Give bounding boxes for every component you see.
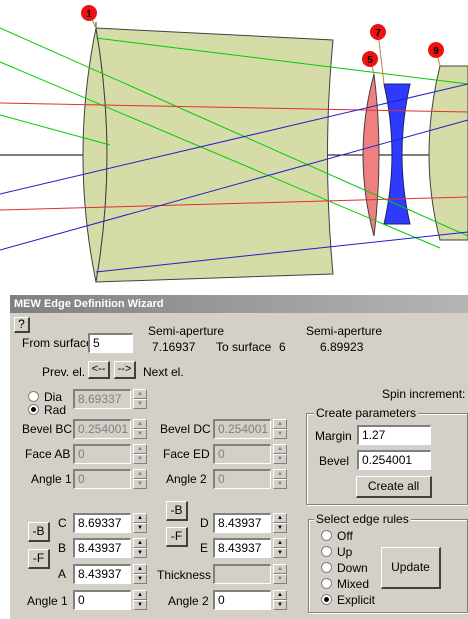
surface-marker-7-label: 7 (375, 28, 381, 39)
surface-marker-9[interactable]: 9 (428, 42, 444, 67)
a-spinner[interactable]: ▲ ▼ (133, 564, 147, 584)
a-input[interactable]: 8.43937 (73, 564, 131, 584)
angle2-top-spinner[interactable]: ▲ ▼ (273, 469, 287, 489)
edge-rules-title: Select edge rules (314, 512, 411, 526)
d-input[interactable]: 8.43937 (213, 513, 271, 533)
face-ab-input[interactable]: 0 (73, 444, 131, 464)
lens-element-blue[interactable] (383, 83, 411, 225)
face-ed-input[interactable]: 0 (213, 444, 271, 464)
d-spinner[interactable]: ▲ ▼ (273, 513, 287, 533)
update-button[interactable]: Update (381, 547, 441, 589)
create-parameters-title: Create parameters (314, 406, 419, 420)
lens-element-1-body[interactable] (95, 27, 334, 283)
bevel-bc-spinner[interactable]: ▲ ▼ (133, 419, 147, 439)
angle1-top-label: Angle 1 (31, 472, 72, 486)
minus-b-button-left[interactable]: -B (28, 522, 50, 542)
semi-aperture-label-2: Semi-aperture (306, 324, 383, 338)
surface-marker-5-label: 5 (367, 55, 373, 66)
spin-increment-label: Spin increment: (382, 387, 466, 401)
rule-explicit-radio[interactable] (321, 594, 332, 605)
dia-radio[interactable] (28, 391, 39, 402)
from-surface-input[interactable]: 5 (88, 333, 133, 353)
surface-marker-5[interactable]: 5 (362, 51, 378, 75)
prev-element-button[interactable]: <-- (88, 361, 110, 379)
b-label: B (58, 541, 67, 555)
dia-rad-input[interactable]: 8.69337 (73, 389, 131, 409)
minus-b-button-right[interactable]: -B (166, 501, 188, 521)
angle2-spinner[interactable]: ▲ ▼ (273, 590, 287, 610)
dia-label: Dia (44, 390, 63, 404)
help-button[interactable]: ? (14, 317, 30, 333)
bevel-label: Bevel (319, 454, 350, 468)
rule-mixed-radio[interactable] (321, 578, 332, 589)
face-ab-spinner[interactable]: ▲ ▼ (133, 444, 147, 464)
rule-down-label: Down (337, 561, 368, 575)
bevel-dc-spinner[interactable]: ▲ ▼ (273, 419, 287, 439)
from-surface-label: From surface (22, 336, 93, 350)
e-label: E (200, 541, 209, 555)
bevel-bc-label: Bevel BC (22, 422, 73, 436)
b-input[interactable]: 8.43937 (73, 538, 131, 558)
lens-element-pink[interactable] (362, 73, 380, 237)
bevel-dc-input[interactable]: 0.254001 (213, 419, 271, 439)
edge-definition-dialog: MEW Edge Definition Wizard ? From surfac… (8, 293, 468, 619)
a-label: A (58, 567, 67, 581)
rad-radio[interactable] (28, 404, 39, 415)
angle1-input[interactable]: 0 (73, 590, 131, 610)
angle1-top-spinner[interactable]: ▲ ▼ (133, 469, 147, 489)
create-all-button[interactable]: Create all (356, 476, 432, 498)
minus-f-button-right[interactable]: -F (166, 527, 188, 547)
rule-explicit-label: Explicit (337, 593, 376, 607)
surface-marker-1-label: 1 (86, 9, 92, 20)
minus-f-button-left[interactable]: -F (28, 549, 50, 569)
margin-input[interactable]: 1.27 (357, 425, 431, 445)
angle1-top-input[interactable]: 0 (73, 469, 131, 489)
to-surface-value: 6 (279, 340, 286, 354)
rule-off-radio[interactable] (321, 530, 332, 541)
margin-label: Margin (315, 429, 352, 443)
angle1-label: Angle 1 (27, 594, 68, 608)
d-label: D (200, 516, 209, 530)
c-label: C (58, 516, 67, 530)
bevel-bc-input[interactable]: 0.254001 (73, 419, 131, 439)
face-ed-label: Face ED (163, 447, 210, 461)
to-surface-label: To surface (216, 340, 272, 354)
face-ed-spinner[interactable]: ▲ ▼ (273, 444, 287, 464)
surface-marker-9-label: 9 (433, 46, 439, 57)
semi-aperture-value-2: 6.89923 (320, 340, 364, 354)
angle2-label: Angle 2 (168, 594, 209, 608)
next-element-label: Next el. (143, 365, 184, 379)
angle2-input[interactable]: 0 (213, 590, 271, 610)
semi-aperture-label-1: Semi-aperture (148, 324, 225, 338)
rule-mixed-label: Mixed (337, 577, 370, 591)
thickness-spinner[interactable]: ▲ ▼ (273, 564, 287, 584)
rule-down-radio[interactable] (321, 562, 332, 573)
rule-up-radio[interactable] (321, 546, 332, 557)
angle2-top-input[interactable]: 0 (213, 469, 271, 489)
dia-rad-spinner[interactable]: ▲ ▼ (133, 389, 147, 409)
optical-layout-canvas[interactable]: 1 5 7 9 (0, 0, 468, 293)
prev-element-label: Prev. el. (42, 365, 86, 379)
thickness-input[interactable] (213, 564, 271, 584)
e-spinner[interactable]: ▲ ▼ (273, 538, 287, 558)
semi-aperture-value-1: 7.16937 (152, 340, 196, 354)
bevel-input[interactable]: 0.254001 (357, 450, 431, 470)
angle2-top-label: Angle 2 (166, 472, 207, 486)
surface-marker-1[interactable]: 1 (81, 5, 97, 29)
c-spinner[interactable]: ▲ ▼ (133, 513, 147, 533)
rad-label: Rad (44, 403, 67, 417)
rule-off-label: Off (337, 529, 353, 543)
rule-up-label: Up (337, 545, 353, 559)
b-spinner[interactable]: ▲ ▼ (133, 538, 147, 558)
thickness-label: Thickness (157, 568, 212, 582)
dialog-title[interactable]: MEW Edge Definition Wizard (10, 295, 468, 313)
e-input[interactable]: 8.43937 (213, 538, 271, 558)
c-input[interactable]: 8.69337 (73, 513, 131, 533)
angle1-spinner[interactable]: ▲ ▼ (133, 590, 147, 610)
bevel-dc-label: Bevel DC (160, 422, 211, 436)
face-ab-label: Face AB (25, 447, 71, 461)
next-element-button[interactable]: --> (114, 361, 136, 379)
